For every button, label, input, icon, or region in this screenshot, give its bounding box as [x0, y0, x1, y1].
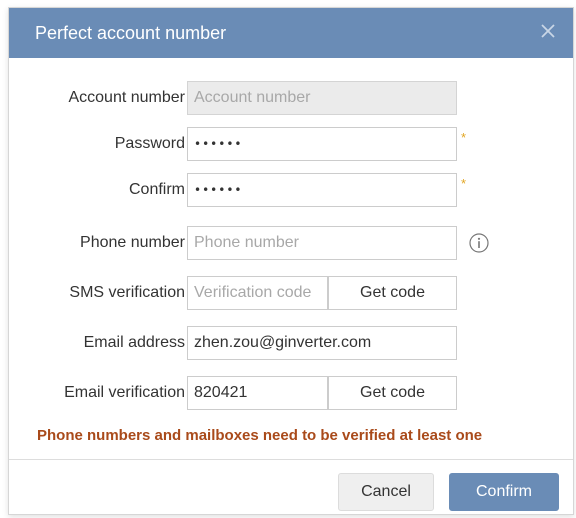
- dialog-titlebar: Perfect account number: [9, 8, 573, 58]
- sms-verification-code-input[interactable]: [187, 276, 328, 310]
- password-label: Password: [114, 135, 185, 152]
- email-verification-row: Email verification Get code: [9, 376, 573, 410]
- confirm-row: Confirm *: [9, 173, 573, 207]
- close-icon[interactable]: [537, 20, 559, 42]
- cancel-button[interactable]: Cancel: [338, 473, 434, 511]
- email-verification-label: Email verification: [64, 384, 185, 401]
- email-address-label: Email address: [83, 334, 185, 351]
- password-required-mark: *: [461, 130, 467, 145]
- phone-number-input[interactable]: [187, 226, 457, 260]
- confirm-password-input[interactable]: [187, 173, 457, 207]
- verification-warning-text: Phone numbers and mailboxes need to be v…: [37, 427, 483, 444]
- account-number-label: Account number: [68, 89, 185, 106]
- phone-number-row: Phone number: [9, 226, 573, 260]
- footer-divider: [9, 459, 573, 460]
- sms-verification-label: SMS verification: [69, 284, 185, 301]
- password-row: Password *: [9, 127, 573, 161]
- email-get-code-button[interactable]: Get code: [328, 376, 457, 410]
- dialog-title: Perfect account number: [35, 23, 227, 43]
- perfect-account-dialog: Perfect account number Account number Pa…: [8, 7, 574, 515]
- sms-verification-row: SMS verification Get code: [9, 276, 573, 310]
- confirm-label: Confirm: [128, 181, 185, 198]
- email-verification-code-input[interactable]: [187, 376, 328, 410]
- phone-number-label: Phone number: [80, 234, 185, 251]
- email-address-input[interactable]: [187, 326, 457, 360]
- password-input[interactable]: [187, 127, 457, 161]
- email-address-row: Email address: [9, 326, 573, 360]
- confirm-required-mark: *: [461, 176, 467, 191]
- account-number-input: [187, 81, 457, 115]
- account-number-row: Account number: [9, 81, 573, 115]
- confirm-button[interactable]: Confirm: [449, 473, 559, 511]
- sms-get-code-button[interactable]: Get code: [328, 276, 457, 310]
- info-icon[interactable]: [468, 232, 490, 254]
